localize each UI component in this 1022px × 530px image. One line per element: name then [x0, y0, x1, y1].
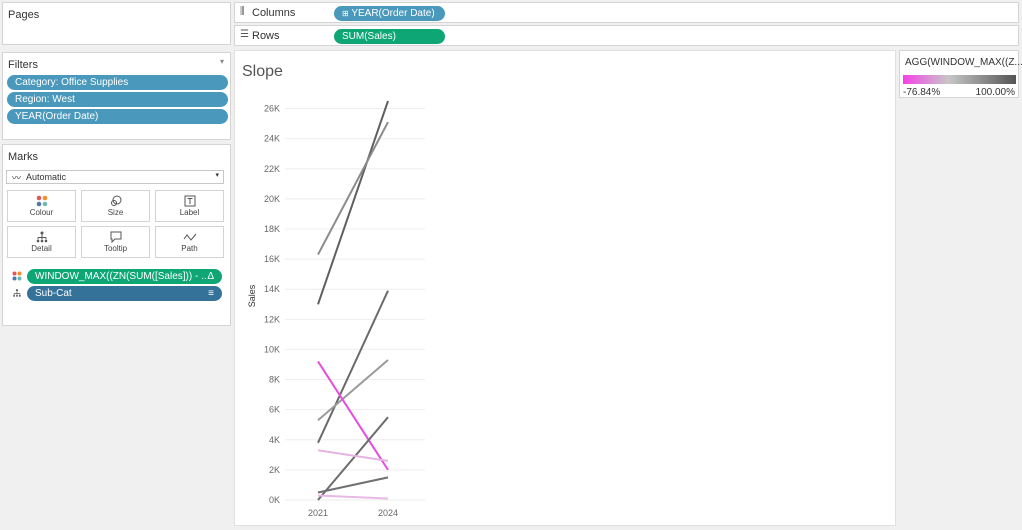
columns-shelf[interactable]: ⫼ Columns ⊞ YEAR(Order Date): [234, 2, 1019, 23]
columns-pill-label: YEAR(Order Date): [351, 8, 435, 19]
delta-icon: Δ: [207, 271, 214, 282]
tooltip-label: Tooltip: [103, 244, 128, 253]
label-button[interactable]: Label: [155, 190, 224, 222]
mark-type-dropdown[interactable]: 〰 Automatic ▾: [6, 170, 224, 184]
label-label: Label: [179, 208, 200, 217]
legend-title: AGG(WINDOW_MAX((Z...: [905, 57, 1022, 68]
rows-shelf[interactable]: ☰ Rows SUM(Sales): [234, 25, 1019, 46]
legend-gradient-bar: [903, 75, 1016, 84]
colour-field-pill[interactable]: WINDOW_MAX((ZN(SUM([Sales])) - .. Δ: [27, 269, 222, 284]
colour-field-label: WINDOW_MAX((ZN(SUM([Sales])) - ..: [35, 271, 207, 282]
text-label-icon: [184, 195, 195, 207]
detail-label: Detail: [31, 244, 52, 253]
colour-dots-icon: [12, 271, 22, 281]
y-tick-label: 14K: [264, 284, 280, 294]
y-tick-label: 10K: [264, 344, 280, 354]
detail-icon: [36, 231, 47, 243]
series-line[interactable]: [317, 121, 389, 256]
y-tick-label: 4K: [269, 435, 280, 445]
detail-lines-icon: ≡: [208, 288, 214, 299]
columns-icon: ⫼: [240, 6, 245, 17]
path-icon: [183, 233, 196, 241]
y-tick-label: 18K: [264, 224, 280, 234]
series-line[interactable]: [317, 290, 389, 444]
filter-pill-year[interactable]: YEAR(Order Date): [7, 109, 228, 124]
filters-panel: Filters ▾ Category: Office Supplies Regi…: [2, 52, 231, 140]
x-tick-label: 2021: [308, 508, 328, 518]
path-button[interactable]: Path: [155, 226, 224, 258]
y-tick-label: 16K: [264, 254, 280, 264]
chart-view: Slope Sales 0K 2K 4K 6K 8K 10K 12K 14K 16K 18K 20K…: [234, 50, 896, 526]
colour-legend[interactable]: AGG(WINDOW_MAX((Z... -76.84% 100.00%: [899, 50, 1022, 98]
y-tick-label: 12K: [264, 314, 280, 324]
pages-title: Pages: [8, 9, 40, 21]
mark-type-value: Automatic: [26, 172, 67, 182]
size-button[interactable]: Size: [81, 190, 150, 222]
y-tick-label: 0K: [269, 495, 280, 505]
slope-chart: Slope Sales 0K 2K 4K 6K 8K 10K 12K 14K 16K 18K 20K…: [242, 63, 425, 518]
plus-box-icon: ⊞: [342, 9, 349, 18]
filter-pill-region[interactable]: Region: West: [7, 92, 228, 107]
detail-button[interactable]: Detail: [7, 226, 76, 258]
grid-lines: [285, 108, 425, 501]
series-line[interactable]: [317, 476, 389, 494]
colour-label: Colour: [29, 208, 54, 217]
rows-label: Rows: [252, 30, 280, 42]
y-tick-label: 26K: [264, 104, 280, 114]
x-tick-label: 2024: [378, 508, 398, 518]
y-tick-label: 2K: [269, 465, 280, 475]
tooltip-icon: [110, 231, 121, 243]
columns-label: Columns: [252, 7, 296, 19]
filter-pill-category[interactable]: Category: Office Supplies: [7, 75, 228, 90]
y-tick-label: 20K: [264, 194, 280, 204]
detail-field-pill[interactable]: Sub-Cat ≡: [27, 286, 222, 301]
y-axis-title: Sales: [247, 284, 257, 307]
pages-panel: Pages: [2, 2, 231, 45]
legend-max-label: 100.00%: [975, 87, 1015, 98]
colour-dots-icon: [36, 195, 47, 207]
series-line[interactable]: [317, 494, 389, 500]
y-tick-label: 22K: [264, 164, 280, 174]
series-line[interactable]: [317, 360, 389, 471]
tooltip-button[interactable]: Tooltip: [81, 226, 150, 258]
legend-min-label: -76.84%: [903, 87, 941, 98]
x-axis-ticks: 2021 2024: [308, 508, 398, 518]
size-label: Size: [107, 208, 124, 217]
size-icon: [110, 195, 121, 206]
y-tick-label: 24K: [264, 134, 280, 144]
marks-title: Marks: [8, 151, 38, 163]
colour-button[interactable]: Colour: [7, 190, 76, 222]
detail-icon: [13, 289, 21, 297]
chart-title: Slope: [242, 63, 283, 80]
rows-icon: ☰: [240, 29, 249, 40]
series-line[interactable]: [317, 100, 389, 305]
columns-pill[interactable]: ⊞ YEAR(Order Date): [334, 6, 445, 21]
path-label: Path: [181, 244, 198, 253]
line-mark-icon: 〰: [12, 173, 22, 183]
detail-field-label: Sub-Cat: [35, 288, 72, 299]
y-tick-label: 8K: [269, 375, 280, 385]
filters-title: Filters: [8, 59, 38, 71]
rows-pill[interactable]: SUM(Sales): [334, 29, 445, 44]
y-axis-ticks: 0K 2K 4K 6K 8K 10K 12K 14K 16K 18K 20K 22K 24K 26K: [264, 104, 280, 505]
y-tick-label: 6K: [269, 405, 280, 415]
filters-menu-icon[interactable]: ▾: [220, 57, 224, 66]
chevron-down-icon: ▾: [215, 172, 219, 179]
